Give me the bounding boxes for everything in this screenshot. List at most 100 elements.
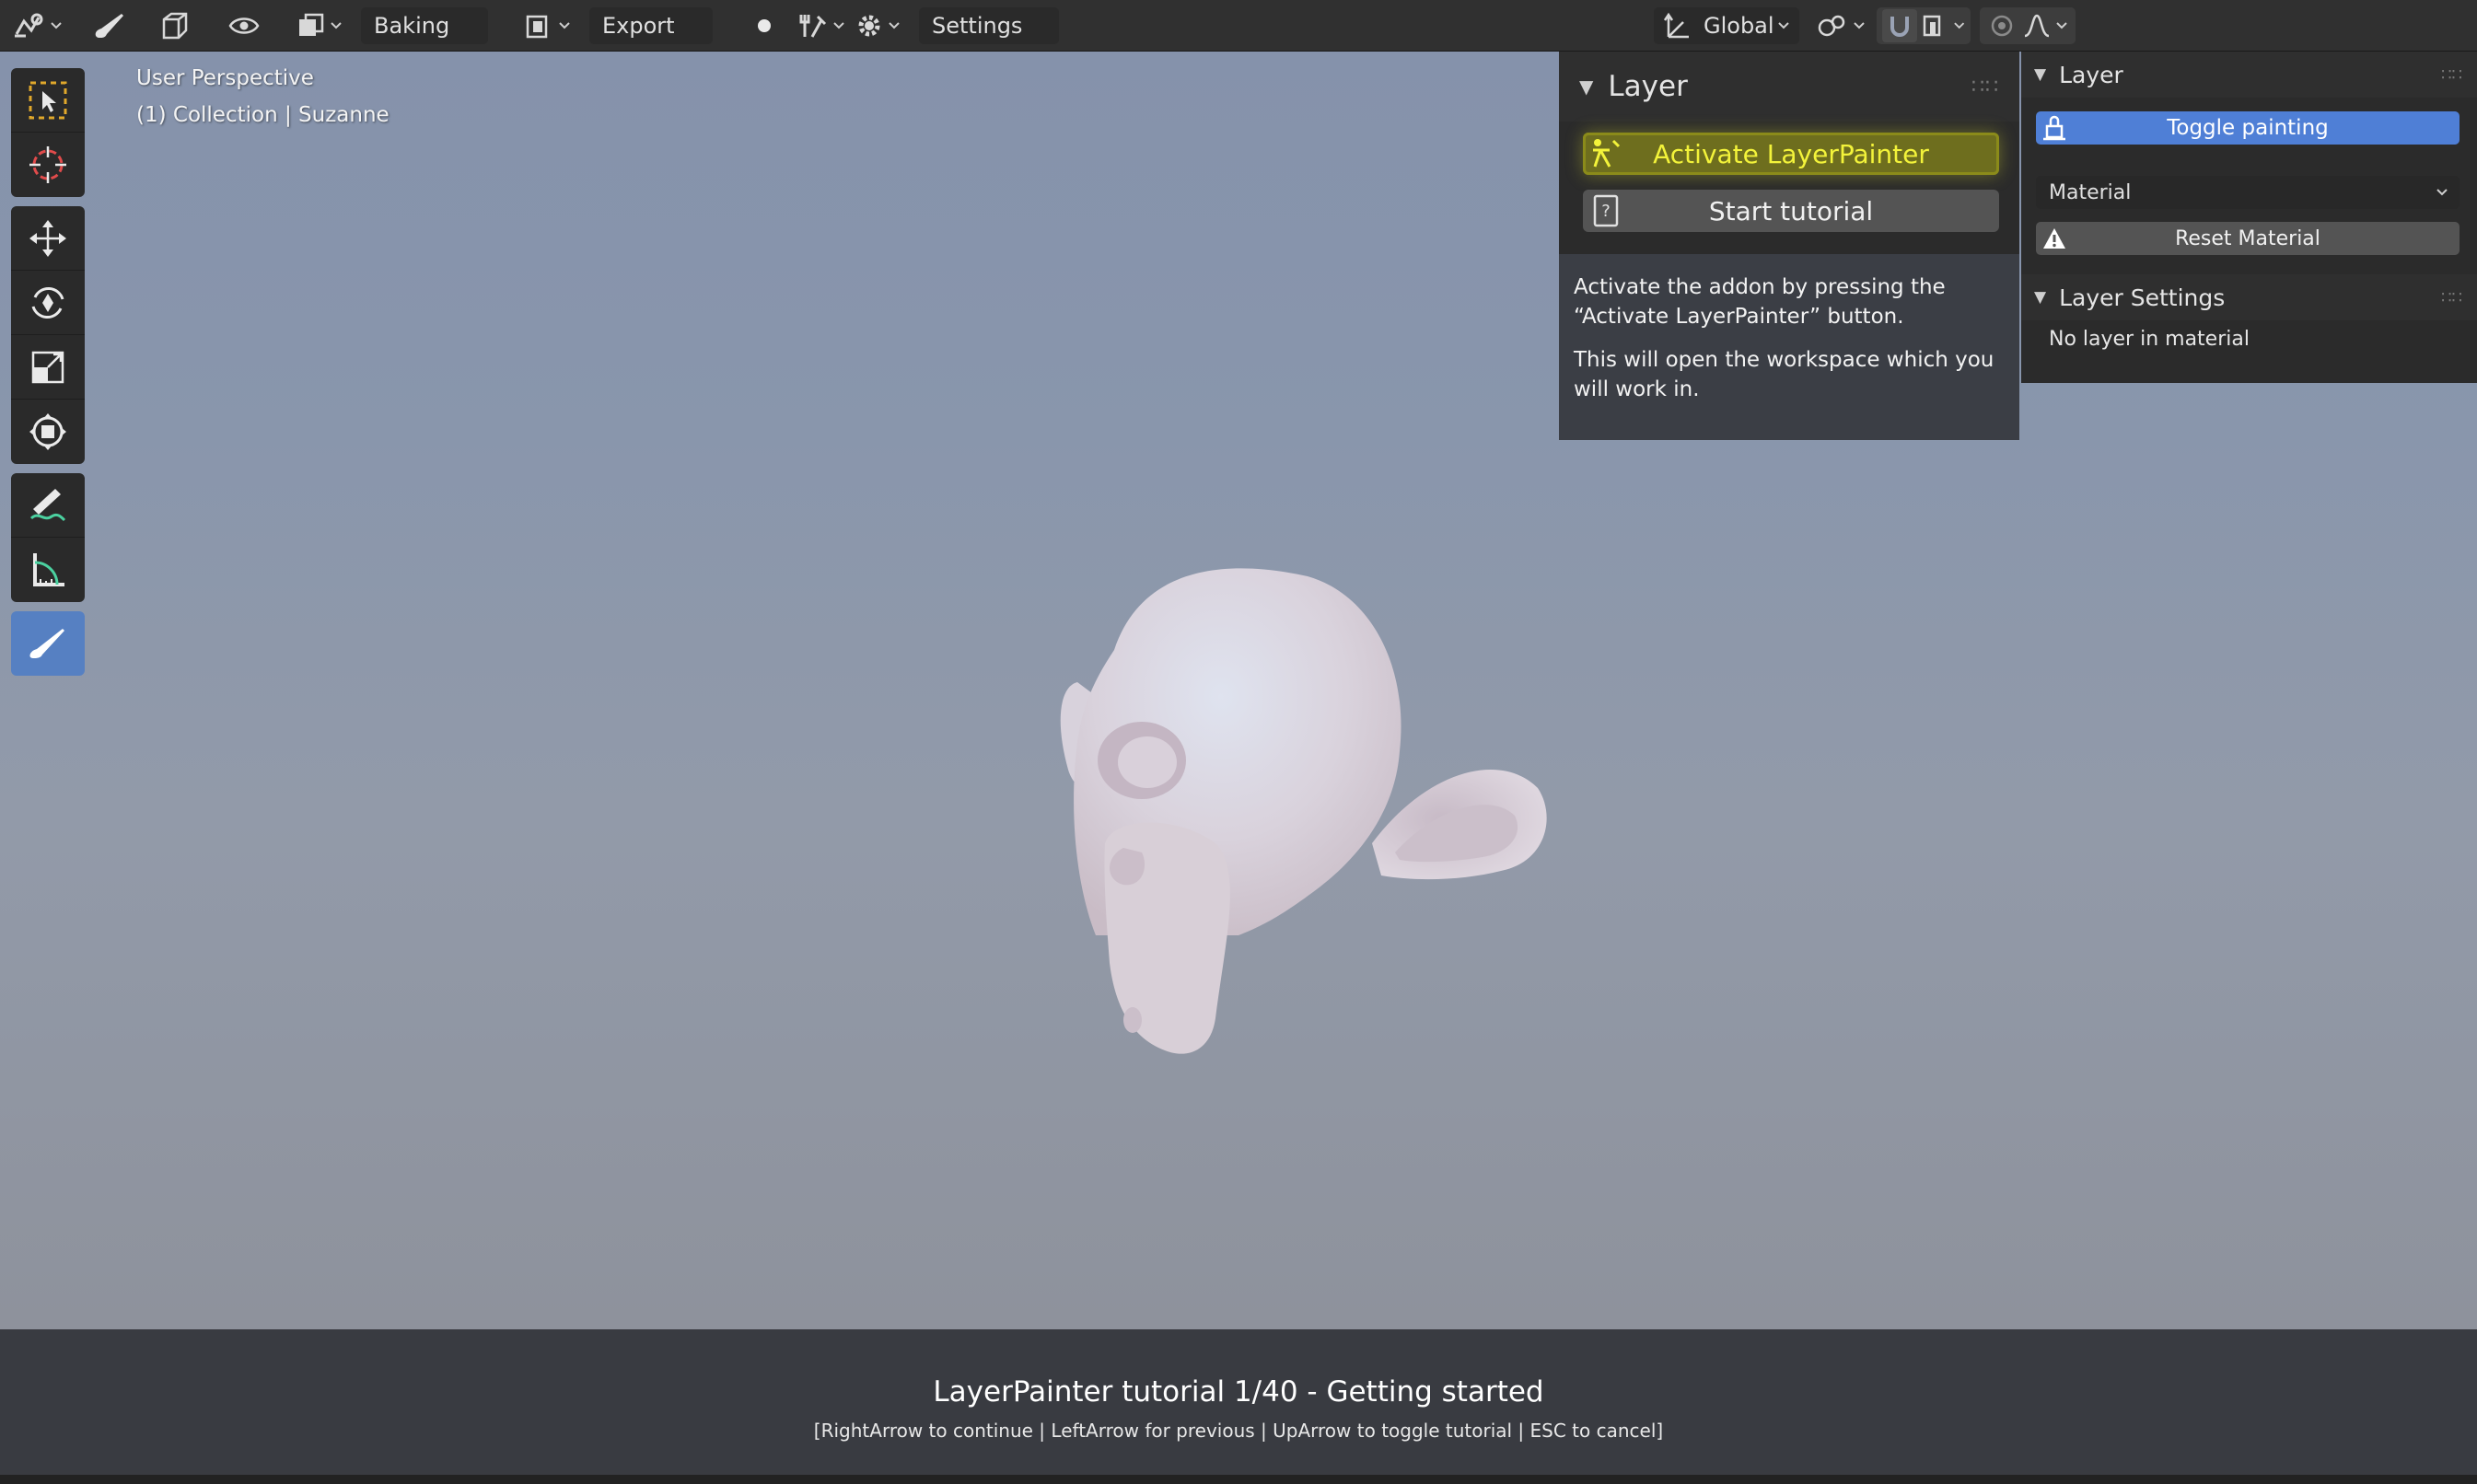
transform-orientation-value: Global <box>1704 13 1774 39</box>
select-box-icon <box>29 81 67 119</box>
export-icon <box>526 15 548 39</box>
help-book-icon: ? <box>1583 194 1629 227</box>
tutorial-panel-title: Layer <box>1608 70 1688 103</box>
brush-mode-button[interactable] <box>92 7 127 44</box>
viewport-perspective-label: User Perspective <box>136 66 314 90</box>
proportional-editing-icon <box>1991 15 2013 37</box>
viewport-collection-label: (1) Collection | Suzanne <box>136 103 390 127</box>
paint-tools-group <box>11 611 85 676</box>
gear-icon <box>858 15 880 37</box>
transform-tools-group <box>11 206 85 464</box>
reset-material-button[interactable]: Reset Material <box>2036 222 2460 255</box>
export-menu[interactable]: Export <box>589 7 713 44</box>
chevron-down-icon <box>1854 22 1865 29</box>
header-bar: Baking Export Settings Global <box>0 0 2477 52</box>
tutorial-panel-header[interactable]: ▼ Layer ∷∷ <box>1559 52 2019 122</box>
paint-brush-icon <box>29 629 64 658</box>
tutorial-step-title: LayerPainter tutorial 1/40 - Getting sta… <box>933 1375 1544 1409</box>
rotate-icon <box>31 286 64 319</box>
record-button[interactable] <box>755 7 773 44</box>
tools-icon <box>799 15 827 38</box>
magnet-icon <box>1890 17 1910 37</box>
snap-toggle[interactable] <box>1882 9 1918 42</box>
3d-viewport[interactable]: User Perspective (1) Collection | Suzann… <box>0 52 2477 1329</box>
baking-menu[interactable]: Baking <box>361 7 488 44</box>
tools-menu-button[interactable] <box>797 7 845 44</box>
settings-menu[interactable]: Settings <box>919 7 1059 44</box>
dot-icon <box>758 19 771 32</box>
proportional-editing-toggle[interactable] <box>1985 9 2018 42</box>
chevron-down-icon <box>331 22 342 29</box>
status-line <box>0 1475 2477 1484</box>
layer-settings-header[interactable]: ▼ Layer Settings ∷∷ <box>2021 274 2477 320</box>
cube-button[interactable] <box>158 7 192 44</box>
eye-icon <box>228 17 260 34</box>
move-tool[interactable] <box>11 206 85 271</box>
chevron-down-icon <box>889 22 900 29</box>
tool-shelf <box>11 68 85 685</box>
editor-type-button[interactable] <box>13 7 63 44</box>
baking-menu-icon-button[interactable] <box>297 7 343 44</box>
rotate-tool[interactable] <box>11 271 85 335</box>
activate-layerpainter-label: Activate LayerPainter <box>1653 138 1929 169</box>
3d-cursor-icon <box>29 146 66 183</box>
chevron-down-icon <box>1953 22 1964 29</box>
select-tools-group <box>11 68 85 197</box>
drag-grip-icon[interactable]: ∷∷ <box>2441 288 2462 307</box>
scale-tool[interactable] <box>11 335 85 400</box>
snap-target-icon <box>1924 15 1941 37</box>
suzanne-mesh[interactable] <box>1041 539 1575 1073</box>
transform-tool[interactable] <box>11 400 85 464</box>
collapse-triangle-icon: ▼ <box>2034 288 2047 307</box>
measure-tool[interactable] <box>11 538 85 602</box>
svg-text:?: ? <box>1601 202 1611 221</box>
tutorial-description-line-1: Activate the addon by pressing the “Acti… <box>1574 275 1946 329</box>
sidebar-layer-header[interactable]: ▼ Layer ∷∷ <box>2021 52 2477 98</box>
paint-bucket-icon <box>2036 115 2073 141</box>
export-menu-icon-button[interactable] <box>525 7 571 44</box>
material-dropdown[interactable]: Material <box>2036 176 2460 209</box>
snapping-group <box>1877 7 1971 44</box>
toggle-painting-label: Toggle painting <box>2167 116 2329 140</box>
select-box-tool[interactable] <box>11 68 85 133</box>
collapse-triangle-icon: ▼ <box>1579 75 1594 98</box>
pivot-point-dropdown[interactable] <box>1816 7 1866 44</box>
tutorial-key-hints: [RightArrow to continue | LeftArrow for … <box>813 1420 1664 1442</box>
scale-icon <box>31 351 64 383</box>
drag-grip-icon[interactable]: ∷∷ <box>2441 65 2462 85</box>
warning-icon <box>2036 226 2073 250</box>
baking-icon <box>299 13 324 36</box>
annotate-tool[interactable] <box>11 473 85 538</box>
chevron-down-icon <box>2436 189 2448 196</box>
orientation-icon <box>1663 12 1689 39</box>
move-icon <box>29 219 66 257</box>
tutorial-description: Activate the addon by pressing the “Acti… <box>1559 254 2019 440</box>
proportional-editing-group <box>1980 7 2076 44</box>
falloff-curve-icon <box>2024 14 2050 38</box>
start-tutorial-button[interactable]: ? Start tutorial <box>1583 190 1999 232</box>
cube-icon <box>162 12 188 40</box>
transform-icon <box>29 413 66 450</box>
chevron-down-icon <box>559 22 570 29</box>
visibility-button[interactable] <box>228 7 260 44</box>
pivot-icon <box>1818 15 1845 37</box>
activate-layerpainter-button[interactable]: Activate LayerPainter <box>1583 133 1999 175</box>
material-dropdown-value: Material <box>2049 180 2132 204</box>
collapse-triangle-icon: ▼ <box>2034 65 2047 84</box>
settings-menu-icon-button[interactable] <box>855 7 901 44</box>
no-layer-message: No layer in material <box>2049 328 2250 351</box>
transform-orientation-dropdown[interactable]: Global <box>1654 7 1799 44</box>
measure-icon <box>33 553 64 586</box>
falloff-dropdown[interactable] <box>2018 9 2055 42</box>
paint-brush-tool[interactable] <box>11 611 85 676</box>
annotate-icon <box>29 488 66 521</box>
tutorial-layer-panel: ▼ Layer ∷∷ Activate LayerPainter ? Start… <box>1559 52 2019 440</box>
snap-target-dropdown[interactable] <box>1917 9 1952 42</box>
chevron-down-icon <box>2056 22 2067 29</box>
drag-grip-icon[interactable]: ∷∷ <box>1971 75 1999 99</box>
layerpainter-icon <box>1583 137 1629 170</box>
cursor-tool[interactable] <box>11 133 85 197</box>
chevron-down-icon <box>51 22 62 29</box>
toggle-painting-button[interactable]: Toggle painting <box>2036 111 2460 145</box>
chevron-down-icon <box>1778 22 1789 29</box>
